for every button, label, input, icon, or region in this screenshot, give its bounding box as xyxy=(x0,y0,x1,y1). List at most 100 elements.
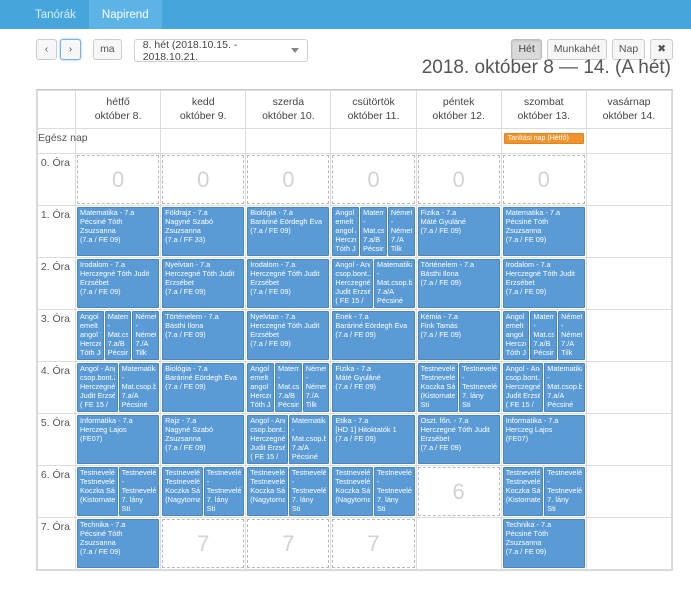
calendar-slot-5-3[interactable]: Etika - 7.a [HD 1] Hitoktatók 1 (7.a / FE … xyxy=(330,413,417,467)
calendar-event[interactable]: Matematika - 7.a Pécsiné Tóth Zsuzsanna (7.… xyxy=(502,207,585,257)
calendar-event[interactable]: Történelem - 7.a Básthi Ilona (7.a / FE 09… xyxy=(162,311,245,361)
calendar-slot-5-1[interactable]: Rajz - 7.a Nagyné Szabó Zsuzsanna (7.a / FE… xyxy=(160,413,247,467)
calendar-slot-0-1[interactable]: 0 xyxy=(160,153,247,207)
calendar-event[interactable]: Testnevelés -Testnevelés -Koczka Sán(Kis… xyxy=(417,363,459,413)
calendar-slot-4-1[interactable]: Biológia - 7.a Baráriné Eördegh Éva (7.a /… xyxy=(160,361,247,415)
empty-slot-placeholder[interactable]: 7 xyxy=(332,519,415,569)
all-day-cell-0[interactable] xyxy=(74,128,162,155)
calendar-slot-7-1[interactable]: 7 xyxy=(160,517,247,571)
calendar-slot-2-5[interactable]: Irodalom - 7.a Herczegné Tóth Judit Erzséb… xyxy=(500,257,587,311)
calendar-event[interactable]: TestnevelésTestnevelés -Koczka Sán(Kisto… xyxy=(77,467,118,517)
calendar-event[interactable]: Oszt. főn. - 7.a Herczegné Tóth Judit Erzs… xyxy=(417,415,500,465)
calendar-event[interactable]: Német - Német 7./A Tilk xyxy=(302,363,330,413)
calendar-slot-6-4[interactable]: 6 xyxy=(415,465,502,519)
calendar-slot-3-0[interactable]: Angol -emeltangol 7HerczegTóth JuMatema-… xyxy=(74,309,162,363)
empty-slot-placeholder[interactable]: 7 xyxy=(247,519,330,569)
calendar-event[interactable]: Történelem - 7.a Básthi Ilona (7.a / FE 09… xyxy=(417,259,500,309)
calendar-event[interactable]: Matematika - Mat.csop.b 7.a/A Pécsiné xyxy=(118,363,160,413)
calendar-slot-1-4[interactable]: Fizika - 7.a Máté Gyuláné (7.a / FE 09) xyxy=(415,205,502,259)
calendar-event[interactable]: Irodalom - 7.a Herczegné Tóth Judit Erzséb… xyxy=(502,259,585,309)
calendar-event[interactable]: Fizika - 7.a Máté Gyuláné (7.a / FE 09) xyxy=(417,207,500,257)
calendar-slot-7-6[interactable] xyxy=(585,517,673,571)
calendar-event[interactable]: Matematika - Mat.csop.b 7.a/A Pécsiné xyxy=(374,259,415,309)
calendar-slot-2-2[interactable]: Irodalom - 7.a Herczegné Tóth Judit Erzséb… xyxy=(245,257,332,311)
all-day-cell-5[interactable]: Tanítási nap (Hétfő) xyxy=(500,128,587,155)
calendar-event[interactable]: TestnevelésTestnevelés -Koczka Sán(Nagyt… xyxy=(332,467,373,517)
all-day-cell-2[interactable] xyxy=(245,128,332,155)
calendar-event[interactable]: Irodalom - 7.a Herczegné Tóth Judit Erzséb… xyxy=(247,259,330,309)
calendar-event[interactable]: Matematika - 7.a Pécsiné Tóth Zsuzsanna (7.… xyxy=(77,207,160,257)
calendar-event[interactable]: Testnevelés-Testnevelés7. lánySti xyxy=(118,467,160,517)
calendar-slot-2-3[interactable]: Angol - Ang.csop.bont.2-Herczegné TJudit… xyxy=(330,257,417,311)
calendar-slot-7-4[interactable] xyxy=(415,517,502,571)
calendar-event[interactable]: Testnevelés-Testnevelés7. lánySti xyxy=(374,467,415,517)
calendar-event[interactable]: Technika - 7.a Pécsiné Tóth Zsuzsanna (7.a … xyxy=(502,519,585,569)
calendar-event[interactable]: Matema-Mat.cso7.a/BPécsiné xyxy=(104,311,132,361)
calendar-slot-2-1[interactable]: Nyelvtan - 7.a Herczegné Tóth Judit Erzséb… xyxy=(160,257,247,311)
calendar-slot-2-0[interactable]: Irodalom - 7.a Herczegné Tóth Judit Erzséb… xyxy=(74,257,162,311)
calendar-slot-5-0[interactable]: Informatika - 7.a Herczeg Lajos (FE07) xyxy=(74,413,162,467)
calendar-slot-3-2[interactable]: Nyelvtan - 7.a Herczegné Tóth Judit Erzséb… xyxy=(245,309,332,363)
week-select[interactable]: 8. hét (2018.10.15. - 2018.10.21. xyxy=(133,39,308,63)
calendar-slot-0-3[interactable]: 0 xyxy=(330,153,417,207)
calendar-event[interactable]: Testnevelés-Testnevelés7. lánySti xyxy=(544,467,585,517)
calendar-slot-3-3[interactable]: Ének - 7.a Baráriné Eördegh Éva (7.a / FE … xyxy=(330,309,417,363)
calendar-slot-1-3[interactable]: Angol -emeltangol /HerczegTóth JuMatemat… xyxy=(330,205,417,259)
day-header-1[interactable]: kedd október 9. xyxy=(160,89,247,130)
calendar-event[interactable]: Matema-Mat.cso7.a/BPécsiné xyxy=(275,363,302,413)
calendar-slot-5-5[interactable]: Informatika - 7.a Herczeg Lajos (FE07) xyxy=(500,413,587,467)
calendar-event[interactable]: Angol -emeltangol /HerczegTóth Ju xyxy=(332,207,360,257)
calendar-event[interactable]: Testnevelés-Testnevelés7. lánySti xyxy=(203,467,245,517)
today-button[interactable]: ma xyxy=(93,39,122,60)
calendar-event[interactable]: Német - Német 7./A Tilk xyxy=(387,207,415,257)
calendar-event[interactable]: TestnevelésTestnevelés -Koczka Sán(Nagyt… xyxy=(247,467,288,517)
calendar-slot-2-4[interactable]: Történelem - 7.a Básthi Ilona (7.a / FE 09… xyxy=(415,257,502,311)
day-header-6[interactable]: vasárnap október 14. xyxy=(585,89,673,130)
calendar-slot-4-2[interactable]: Angol -emeltangol 7HerczegTóth JuMatema-… xyxy=(245,361,332,415)
calendar-slot-4-6[interactable] xyxy=(585,361,673,415)
empty-slot-placeholder[interactable]: 0 xyxy=(332,155,415,205)
calendar-slot-7-2[interactable]: 7 xyxy=(245,517,332,571)
calendar-slot-6-5[interactable]: TestnevelésTestnevelés -Koczka Sán(Kisto… xyxy=(500,465,587,519)
calendar-slot-3-1[interactable]: Történelem - 7.a Básthi Ilona (7.a / FE 09… xyxy=(160,309,247,363)
calendar-event[interactable]: Testnevelés-Testnevelés7. lánySti xyxy=(459,363,500,413)
calendar-event[interactable]: Német - Német 7./A Tilk xyxy=(132,311,160,361)
calendar-event[interactable]: Informatika - 7.a Herczeg Lajos (FE07) xyxy=(77,415,160,465)
calendar-slot-4-5[interactable]: Angol - Ang.csop.bont.2-Herczegné TJudit… xyxy=(500,361,587,415)
empty-slot-placeholder[interactable]: 0 xyxy=(502,155,585,205)
calendar-event[interactable]: Informatika - 7.a Herczeg Lajos (FE07) xyxy=(502,415,585,465)
calendar-event[interactable]: Angol -emeltangol 7HerczegTóth Ju xyxy=(77,311,104,361)
calendar-slot-4-4[interactable]: Testnevelés -Testnevelés -Koczka Sán(Kis… xyxy=(415,361,502,415)
calendar-event[interactable]: Földrajz - 7.a Nagyné Szabó Zsuzsanna (7.a … xyxy=(162,207,245,257)
calendar-slot-1-6[interactable] xyxy=(585,205,673,259)
empty-slot-placeholder[interactable]: 0 xyxy=(162,155,245,205)
calendar-event[interactable]: Angol - Ang.csop.bont.2-Herczegné TJudit… xyxy=(332,259,373,309)
calendar-event[interactable]: Angol -emeltangol 7HerczegTóth Ju xyxy=(502,311,530,361)
tab-napirend[interactable]: Napirend xyxy=(88,0,162,29)
calendar-event[interactable]: Fizika - 7.a Máté Gyuláné (7.a / FE 09) xyxy=(332,363,415,413)
calendar-slot-1-2[interactable]: Biológia - 7.a Baráriné Eördegh Éva (7.a /… xyxy=(245,205,332,259)
calendar-event[interactable]: Rajz - 7.a Nagyné Szabó Zsuzsanna (7.a / FE… xyxy=(162,415,245,465)
calendar-event[interactable]: Német - Német 7./A Tilk xyxy=(558,311,585,361)
calendar-slot-7-0[interactable]: Technika - 7.a Pécsiné Tóth Zsuzsanna (7.a … xyxy=(74,517,162,571)
calendar-slot-0-6[interactable] xyxy=(585,153,673,207)
calendar-event[interactable]: Nyelvtan - 7.a Herczegné Tóth Judit Erzséb… xyxy=(247,311,330,361)
calendar-slot-3-4[interactable]: Kémia - 7.a Fink Tamás (7.a / FE 09) xyxy=(415,309,502,363)
calendar-slot-1-0[interactable]: Matematika - 7.a Pécsiné Tóth Zsuzsanna (7.… xyxy=(74,205,162,259)
day-header-0[interactable]: hétfő október 8. xyxy=(74,89,162,130)
calendar-event[interactable]: Matematika - Mat.csop.b 7.a/A Pécsiné xyxy=(288,415,330,465)
calendar-slot-6-2[interactable]: TestnevelésTestnevelés -Koczka Sán(Nagyt… xyxy=(245,465,332,519)
calendar-slot-0-4[interactable]: 0 xyxy=(415,153,502,207)
all-day-cell-6[interactable] xyxy=(585,128,673,155)
calendar-event[interactable]: Etika - 7.a [HD 1] Hitoktatók 1 (7.a / FE … xyxy=(332,415,415,465)
calendar-event[interactable]: Angol - Ang.csop.bont.2-Herczegné TJudit… xyxy=(247,415,288,465)
calendar-slot-3-5[interactable]: Angol -emeltangol 7HerczegTóth JuMatema-… xyxy=(500,309,587,363)
day-header-3[interactable]: csütörtök október 11. xyxy=(330,89,417,130)
empty-slot-placeholder[interactable]: 7 xyxy=(162,519,245,569)
empty-slot-placeholder[interactable]: 0 xyxy=(417,155,500,205)
calendar-slot-4-0[interactable]: Angol - Ang.csop.bont.2-Herczegné TJudit… xyxy=(74,361,162,415)
calendar-event[interactable]: Matema-Mat.cso7.a/BPécsiné xyxy=(530,311,558,361)
day-header-4[interactable]: péntek október 12. xyxy=(415,89,502,130)
calendar-event[interactable]: Testnevelés-Testnevelés7. lánySti xyxy=(288,467,330,517)
calendar-slot-5-6[interactable] xyxy=(585,413,673,467)
